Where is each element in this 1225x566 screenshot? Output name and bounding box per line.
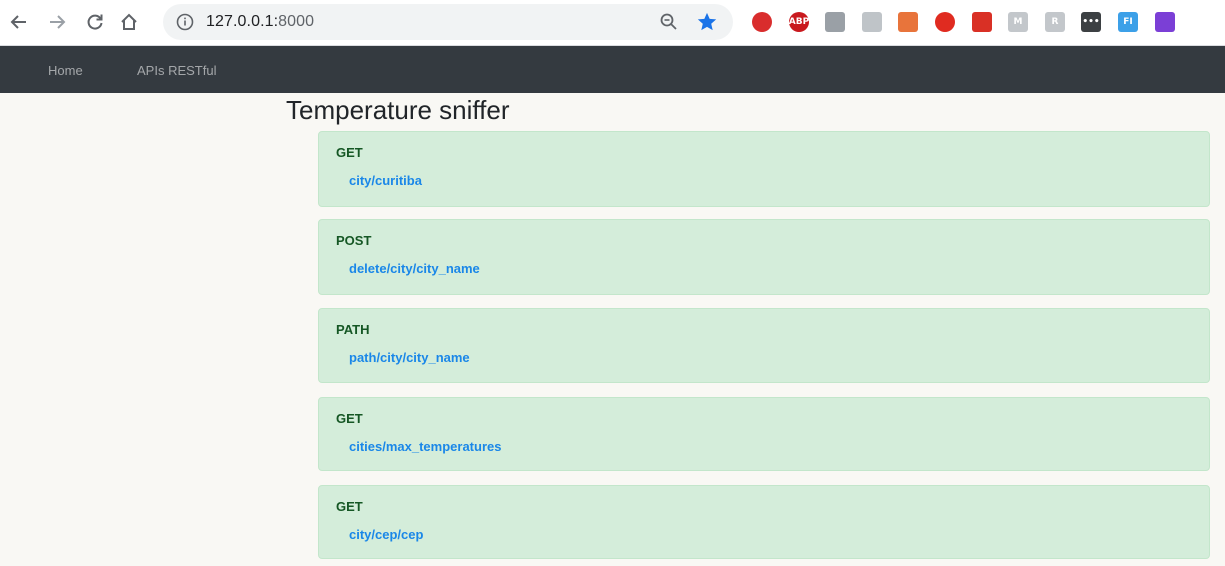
zoom-icon[interactable]	[659, 12, 679, 37]
url-text: 127.0.0.1:8000	[206, 13, 314, 31]
endpoint-card: POST delete/city/city_name	[318, 219, 1210, 295]
extension-icon[interactable]: M	[1008, 12, 1028, 32]
http-method: GET	[336, 411, 363, 426]
endpoint-link[interactable]: path/city/city_name	[349, 350, 470, 365]
extension-icon[interactable]	[1155, 12, 1175, 32]
endpoint-link[interactable]: delete/city/city_name	[349, 261, 480, 276]
endpoint-link[interactable]: city/curitiba	[349, 173, 422, 188]
adblock-plus-icon[interactable]: ABP	[789, 12, 809, 32]
home-icon[interactable]	[114, 7, 144, 37]
extension-icon[interactable]	[972, 12, 992, 32]
extension-icon[interactable]: R	[1045, 12, 1065, 32]
http-method: GET	[336, 499, 363, 514]
youtube-icon[interactable]	[935, 12, 955, 32]
nav-link-apis-restful[interactable]: APIs RESTful	[137, 63, 216, 78]
http-method: PATH	[336, 322, 370, 337]
reload-icon[interactable]	[80, 7, 110, 37]
endpoint-link[interactable]: city/cep/cep	[349, 527, 423, 542]
extension-icon[interactable]: FI	[1118, 12, 1138, 32]
endpoint-link[interactable]: cities/max_temperatures	[349, 439, 501, 454]
extension-icon[interactable]	[862, 12, 882, 32]
extension-icon[interactable]: •••	[1081, 12, 1101, 32]
endpoint-card: PATH path/city/city_name	[318, 308, 1210, 383]
bookmark-star-icon[interactable]	[696, 11, 718, 38]
endpoint-card: GET cities/max_temperatures	[318, 397, 1210, 471]
http-method: GET	[336, 145, 363, 160]
extension-icon[interactable]	[825, 12, 845, 32]
nav-link-home[interactable]: Home	[48, 63, 83, 78]
url-host: 127.0.0.1:	[206, 13, 279, 30]
back-arrow-icon[interactable]	[4, 7, 34, 37]
url-port: 8000	[278, 13, 315, 30]
page-title: Temperature sniffer	[286, 95, 510, 125]
info-icon[interactable]	[175, 12, 195, 32]
endpoint-card: GET city/curitiba	[318, 131, 1210, 207]
browser-toolbar: 127.0.0.1:8000 ABP M R ••• FI	[0, 0, 1225, 46]
app-navbar: Home APIs RESTful	[0, 46, 1225, 93]
address-bar[interactable]: 127.0.0.1:8000	[163, 4, 733, 40]
image-extension-icon[interactable]	[898, 12, 918, 32]
endpoint-card: GET city/cep/cep	[318, 485, 1210, 559]
forward-arrow-icon[interactable]	[42, 7, 72, 37]
adblock-icon[interactable]	[752, 12, 772, 32]
http-method: POST	[336, 233, 372, 248]
